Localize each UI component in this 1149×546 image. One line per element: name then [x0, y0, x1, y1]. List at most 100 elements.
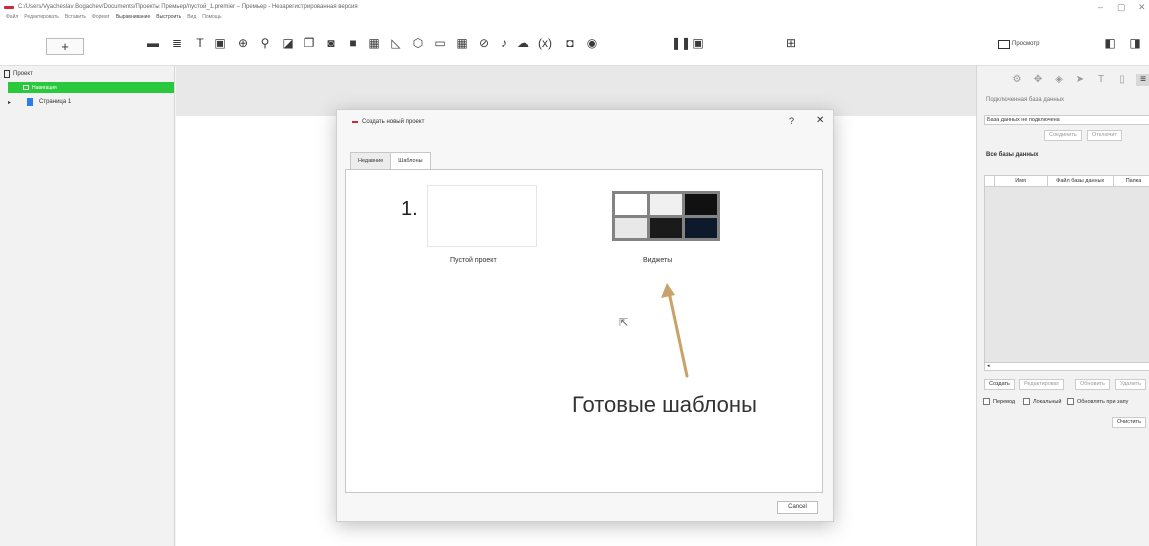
menu-help[interactable]: Помощь: [202, 14, 221, 20]
navigation-icon: [23, 85, 29, 90]
help-button[interactable]: ?: [789, 116, 794, 126]
list-icon[interactable]: ≣: [170, 36, 184, 50]
add-button[interactable]: +: [46, 38, 84, 55]
database-icon[interactable]: ≡: [1136, 74, 1149, 86]
widgets-label[interactable]: Виджеты: [643, 257, 672, 264]
pause-icon[interactable]: ❚❚: [671, 36, 691, 50]
app-window: C:/Users/Vyacheslav Bogachev/Documents/П…: [0, 0, 1149, 546]
refresh-on-start-checkbox[interactable]: Обновлять при запу: [1067, 398, 1128, 405]
menu-edit[interactable]: Редактировать: [24, 14, 59, 20]
cursor-icon[interactable]: ➤: [1073, 74, 1087, 86]
menu-insert[interactable]: Вставить: [65, 14, 86, 20]
page-icon: [27, 98, 34, 106]
refresh-db-button[interactable]: Обновить: [1075, 379, 1110, 390]
tree-item-page-label: Страница 1: [39, 99, 72, 105]
pin-icon[interactable]: ⚲: [258, 36, 272, 50]
translate-checkbox-label: Перевод: [993, 398, 1016, 405]
cube-icon[interactable]: ⬡: [411, 36, 425, 50]
project-header-label: Проект: [13, 71, 33, 77]
fill-icon[interactable]: ◈: [1052, 74, 1066, 86]
record-icon[interactable]: ◉: [585, 36, 599, 50]
menu-bar: Файл Редактировать Вставить Формат Вырав…: [0, 12, 700, 22]
project-panel: Проект Навигация ▸ Страница 1: [0, 66, 175, 546]
all-db-label: Все базы данных: [986, 152, 1039, 158]
menu-file[interactable]: Файл: [6, 14, 18, 20]
variable-icon[interactable]: (x): [538, 36, 552, 50]
monitor-icon: [998, 39, 1010, 49]
local-checkbox[interactable]: Локальный: [1023, 398, 1061, 405]
toolbar: + ▬ ≣ T ▣ ⊕ ⚲ ◪ ❐ ◙ ■ ▦ ◺ ⬡ ▭ ▦ ⊘ ♪ ☁ (x…: [0, 22, 1149, 66]
properties-panel: ⚙ ✥ ◈ ➤ T ▯ ≡ Подключенная база данных Б…: [976, 66, 1149, 546]
blank-project-label[interactable]: Пустой проект: [450, 257, 497, 264]
panel-left-icon[interactable]: ◧: [1103, 36, 1117, 50]
dialog-tabs: Недавние Шаблоны: [350, 152, 431, 171]
horizontal-scrollbar[interactable]: ◂: [985, 362, 1149, 370]
local-checkbox-label: Локальный: [1033, 398, 1062, 405]
tree-item-navigation[interactable]: Навигация: [8, 82, 174, 93]
move-icon[interactable]: ✥: [1031, 74, 1045, 86]
table-icon[interactable]: ▦: [455, 36, 469, 50]
qr-icon[interactable]: ▦: [367, 36, 381, 50]
translate-checkbox[interactable]: Перевод: [983, 398, 1015, 405]
cloud-icon[interactable]: ☁: [516, 36, 530, 50]
mouse-cursor-icon: ⇱: [619, 317, 629, 329]
edit-db-button[interactable]: Редактироват: [1019, 379, 1065, 390]
edit-icon[interactable]: ◪: [281, 36, 295, 50]
close-dialog-button[interactable]: ✕: [816, 115, 824, 126]
preview-label: Просмотр: [1012, 41, 1040, 47]
db-status-field: База данных не подключена: [984, 115, 1149, 125]
grid-icon[interactable]: ⊞: [784, 36, 798, 50]
calendar-icon[interactable]: ▭: [433, 36, 447, 50]
dialog-title-text: Создать новый проект: [362, 119, 425, 125]
widgets-thumbnail[interactable]: [612, 191, 720, 241]
create-db-button[interactable]: Создать: [984, 379, 1015, 390]
column-name[interactable]: Имя: [995, 176, 1048, 186]
menu-view[interactable]: Вид: [187, 14, 196, 20]
menu-format[interactable]: Формат: [92, 14, 110, 20]
connect-button[interactable]: Соединить: [1044, 130, 1082, 141]
clear-button[interactable]: Очистить: [1112, 417, 1146, 428]
column-db-file[interactable]: Файл базы данных: [1048, 176, 1114, 186]
cancel-button[interactable]: Cancel: [777, 501, 818, 514]
column-folder[interactable]: Папка: [1114, 176, 1149, 186]
check-icon[interactable]: ⊘: [477, 36, 491, 50]
document-icon: [4, 70, 10, 78]
databases-table-header: Имя Файл базы данных Папка: [985, 176, 1149, 187]
menu-arrange[interactable]: Выстроить: [156, 14, 181, 20]
preview-button[interactable]: Просмотр: [998, 37, 1039, 51]
expand-arrow-icon[interactable]: ▸: [8, 99, 11, 106]
text-icon[interactable]: T: [193, 36, 207, 50]
pdf-icon[interactable]: ▣: [213, 36, 227, 50]
screen-icon[interactable]: ▣: [691, 36, 705, 50]
maximize-button[interactable]: ▢: [1117, 2, 1126, 13]
settings-icon[interactable]: ⚙: [1010, 74, 1024, 86]
image-icon[interactable]: ▬: [146, 36, 160, 50]
minimize-button[interactable]: –: [1098, 2, 1103, 12]
blank-project-thumbnail[interactable]: [428, 186, 536, 246]
chart-icon[interactable]: ◺: [389, 36, 403, 50]
tab-recent[interactable]: Недавние: [350, 152, 392, 170]
panel-icons: ⚙ ✥ ◈ ➤ T ▯ ≡: [1010, 74, 1149, 86]
templates-panel: 1. Пустой проект Виджеты: [345, 169, 823, 493]
tree-item-navigation-label: Навигация: [32, 84, 57, 91]
window-title: C:/Users/Vyacheslav Bogachev/Documents/П…: [18, 4, 358, 10]
page-tool-icon[interactable]: ▯: [1115, 74, 1129, 86]
disconnect-button[interactable]: Отключит: [1087, 130, 1122, 141]
photo-icon[interactable]: ◙: [324, 36, 338, 50]
databases-table[interactable]: Имя Файл базы данных Папка ◂: [984, 175, 1149, 371]
slide-icon[interactable]: ◘: [563, 36, 577, 50]
mic-icon[interactable]: ♪: [497, 36, 511, 50]
close-window-button[interactable]: ✕: [1138, 2, 1146, 13]
refresh-on-start-label: Обновлять при запу: [1077, 398, 1129, 405]
globe-icon[interactable]: ⊕: [236, 36, 250, 50]
delete-db-button[interactable]: Удалить: [1115, 379, 1146, 390]
project-header: Проект: [4, 68, 33, 80]
video-icon[interactable]: ■: [346, 36, 360, 50]
annotation-caption: Готовые шаблоны: [572, 392, 757, 417]
text-tool-icon[interactable]: T: [1094, 74, 1108, 86]
tree-item-page-1[interactable]: ▸ Страница 1: [8, 97, 71, 107]
menu-align[interactable]: Выравнивание: [116, 14, 150, 20]
copy-icon[interactable]: ❐: [302, 36, 316, 50]
dialog-logo-icon: [352, 121, 358, 123]
panel-right-icon[interactable]: ◨: [1128, 36, 1142, 50]
